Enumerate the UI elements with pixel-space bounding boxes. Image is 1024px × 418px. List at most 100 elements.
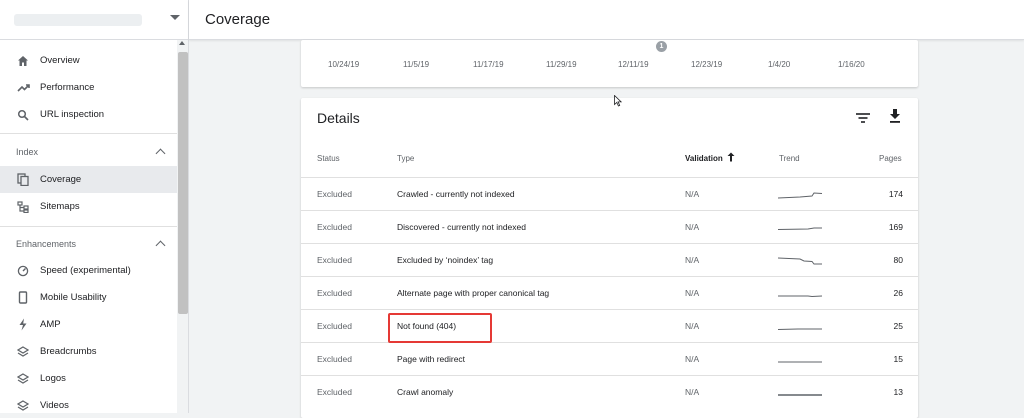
collapse-icon[interactable] [155,240,166,251]
sidebar-item-logos[interactable]: Logos [0,365,177,392]
sidebar-item-url-inspection[interactable]: URL inspection [0,101,177,128]
sidebar-item-coverage[interactable]: Coverage [0,166,177,193]
validation-cell: N/A [685,321,700,331]
details-title: Details [317,110,360,126]
sort-ascending-icon[interactable] [727,152,735,162]
gauge-icon [16,264,30,278]
status-cell: Excluded [317,288,352,298]
x-tick-label: 11/29/19 [546,60,577,69]
sitemap-icon [16,200,30,214]
sidebar-item-label: Overview [40,55,80,66]
validation-cell: N/A [685,222,700,232]
type-cell[interactable]: Page with redirect [397,354,465,364]
status-cell: Excluded [317,387,352,397]
x-tick-label: 11/17/19 [473,60,504,69]
column-header-validation[interactable]: Validation [685,154,723,163]
type-cell[interactable]: Discovered - currently not indexed [397,222,526,232]
sidebar-item-label: AMP [40,319,61,330]
sidebar-item-label: Breadcrumbs [40,346,97,357]
validation-cell: N/A [685,288,700,298]
table-row[interactable]: Excluded Crawl anomaly N/A 13 [301,375,918,408]
bolt-icon [16,318,30,332]
sidebar-item-label: Logos [40,373,66,384]
sidebar-item-overview[interactable]: Overview [0,47,177,74]
validation-cell: N/A [685,354,700,364]
sidebar-item-label: Coverage [40,174,82,185]
home-icon [16,54,30,68]
table-row[interactable]: Excluded Excluded by ‘noindex’ tag N/A 8… [301,243,918,276]
divider [0,133,177,134]
trend-sparkline [778,361,822,363]
table-row[interactable]: Excluded Discovered - currently not inde… [301,210,918,243]
filter-icon[interactable] [856,112,870,124]
sidebar-item-sitemaps[interactable]: Sitemaps [0,193,177,220]
property-selector[interactable] [0,0,188,40]
status-cell: Excluded [317,354,352,364]
sidebar-item-amp[interactable]: AMP [0,311,177,338]
caret-down-icon[interactable] [170,15,180,20]
scroll-up-arrow-icon[interactable] [179,41,185,45]
type-cell[interactable]: Alternate page with proper canonical tag [397,288,549,298]
sidebar-item-speed[interactable]: Speed (experimental) [0,257,177,284]
trend-sparkline [778,394,822,396]
sidebar-scrollbar-thumb[interactable] [178,52,188,314]
sidebar-item-label: Sitemaps [40,201,80,212]
sidebar-item-label: Speed (experimental) [40,265,131,276]
pages-cell: 169 [888,222,903,232]
divider [0,226,177,227]
column-header-type[interactable]: Type [397,154,414,163]
sidebar-item-performance[interactable]: Performance [0,74,177,101]
pages-cell: 174 [888,189,903,199]
column-header-status[interactable]: Status [317,154,340,163]
sidebar-item-breadcrumbs[interactable]: Breadcrumbs [0,338,177,365]
collapse-icon[interactable] [155,148,166,159]
type-cell[interactable]: Crawled - currently not indexed [397,189,515,199]
x-tick-label: 1/4/20 [768,60,791,69]
trend-sparkline [778,257,822,265]
section-enhancements-label: Enhancements [16,239,77,249]
sidebar: Overview Performance URL inspection Inde… [0,0,189,413]
validation-cell: N/A [685,387,700,397]
status-cell: Excluded [317,321,352,331]
trend-sparkline [778,295,823,298]
table-row[interactable]: Excluded Crawled - currently not indexed… [301,177,918,210]
trend-sparkline [778,192,823,199]
sidebar-item-label: Performance [40,82,95,93]
highlight-box [388,313,492,343]
annotation-marker[interactable]: 1 [656,41,667,52]
column-header-trend[interactable]: Trend [779,154,800,163]
x-tick-label: 1/16/20 [838,60,865,69]
status-cell: Excluded [317,222,352,232]
status-cell: Excluded [317,189,352,199]
section-index-label: Index [16,147,39,157]
details-card: Details Status Type Validation Trend Pag… [301,98,918,418]
sidebar-item-label: Videos [40,400,69,411]
x-tick-label: 10/24/19 [328,60,360,69]
type-cell[interactable]: Excluded by ‘noindex’ tag [397,255,493,265]
sidebar-item-videos[interactable]: Videos [0,392,177,413]
pages-cell: 13 [893,387,903,397]
sidebar-item-mobile-usability[interactable]: Mobile Usability [0,284,177,311]
phone-icon [16,291,30,305]
mouse-cursor-icon [614,95,622,107]
download-icon[interactable] [889,109,901,123]
column-header-pages[interactable]: Pages [879,154,902,163]
trend-sparkline [778,227,822,230]
coverage-chart-card: 1 10/24/19 11/5/19 11/17/19 11/29/19 12/… [301,40,918,87]
type-cell[interactable]: Crawl anomaly [397,387,453,397]
table-row[interactable]: Excluded Page with redirect N/A 15 [301,342,918,375]
table-row[interactable]: Excluded Alternate page with proper cano… [301,276,918,309]
sidebar-item-label: Mobile Usability [40,292,107,303]
page-title: Coverage [205,11,271,28]
sidebar-item-label: URL inspection [40,109,105,120]
x-tick-label: 11/5/19 [403,60,430,69]
pages-cell: 26 [893,288,903,298]
trend-sparkline [778,328,822,330]
pages-cell: 25 [893,321,903,331]
layers-icon [16,372,30,386]
validation-cell: N/A [685,189,700,199]
pages-cell: 80 [893,255,903,265]
file-copy-icon [16,173,30,187]
layers-icon [16,399,30,413]
x-tick-label: 12/23/19 [691,60,723,69]
